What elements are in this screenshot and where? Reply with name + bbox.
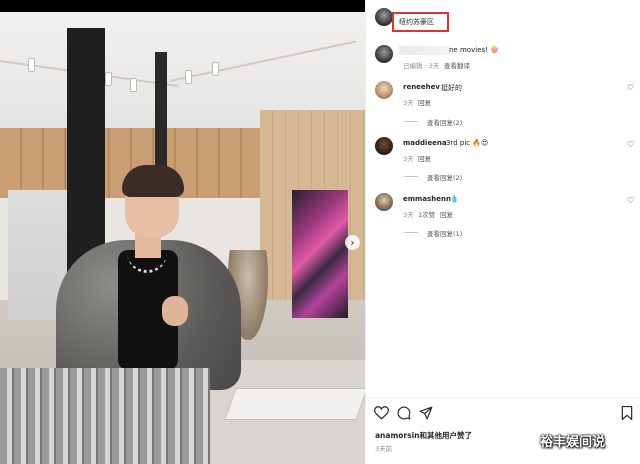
likes-summary[interactable]: anamorsin和其他用户赞了 xyxy=(375,430,472,441)
post-photo[interactable]: › xyxy=(0,0,365,464)
replies-divider xyxy=(404,232,418,233)
caption-avatar[interactable] xyxy=(375,45,393,63)
spotlight xyxy=(130,78,137,92)
comment-username[interactable]: emmashenn xyxy=(403,195,451,203)
next-image-button[interactable]: › xyxy=(345,235,360,250)
watermark: 裕丰娱间说 xyxy=(540,435,606,450)
comment-like-icon[interactable]: ♡ xyxy=(627,83,634,92)
comment-time: 3天 xyxy=(403,155,414,163)
comment-like-icon[interactable]: ♡ xyxy=(627,140,634,149)
comment-avatar[interactable] xyxy=(375,193,393,211)
spotlight xyxy=(212,62,219,76)
comment-icon[interactable] xyxy=(397,406,411,420)
comment-avatar[interactable] xyxy=(375,81,393,99)
comment-time: 3天 xyxy=(403,99,414,107)
comment-like-icon[interactable]: ♡ xyxy=(627,196,634,205)
reply-button[interactable]: 回复 xyxy=(418,97,431,107)
replies-divider xyxy=(404,176,418,177)
footer-divider xyxy=(365,397,640,398)
person-hand xyxy=(162,296,188,326)
post-time: 3天前 xyxy=(375,445,393,453)
person-hair xyxy=(122,165,184,197)
comment-likes[interactable]: 1次赞 xyxy=(418,209,435,219)
caption-meta: 已编辑 · 3天 xyxy=(403,62,440,70)
bookmark-icon[interactable] xyxy=(621,406,633,420)
view-replies-link[interactable]: 查看回复(1) xyxy=(427,228,462,238)
display-tray xyxy=(224,388,365,420)
reply-button[interactable]: 回复 xyxy=(418,153,431,163)
spotlight xyxy=(28,58,35,72)
top-border xyxy=(0,0,365,12)
view-replies-link[interactable]: 查看回复(2) xyxy=(427,172,462,182)
metal-railing xyxy=(0,368,210,464)
reply-button[interactable]: 回复 xyxy=(440,209,453,219)
comment-text: 3rd pic 🔥😍 xyxy=(446,139,489,147)
comment-text: 挺好的 xyxy=(441,84,462,92)
replies-divider xyxy=(404,121,418,122)
comment-avatar[interactable] xyxy=(375,137,393,155)
comment-text: 💧 xyxy=(450,195,459,203)
comment-time: 3天 xyxy=(403,211,414,219)
view-replies-link[interactable]: 查看回复(2) xyxy=(427,117,462,127)
spotlight xyxy=(105,72,112,86)
translate-link[interactable]: 查看翻译 xyxy=(444,60,470,70)
highlight-box xyxy=(392,12,449,32)
caption-text: ne movies! 🍿 xyxy=(449,46,499,54)
spotlight xyxy=(185,70,192,84)
send-icon[interactable] xyxy=(419,406,433,420)
heart-icon[interactable] xyxy=(374,406,389,420)
artwork-screen xyxy=(292,190,348,318)
comment-username[interactable]: reneehev xyxy=(403,83,440,91)
caption-user-blurred xyxy=(399,46,451,55)
author-avatar[interactable] xyxy=(375,8,393,26)
comment-username[interactable]: maddieena xyxy=(403,139,447,147)
